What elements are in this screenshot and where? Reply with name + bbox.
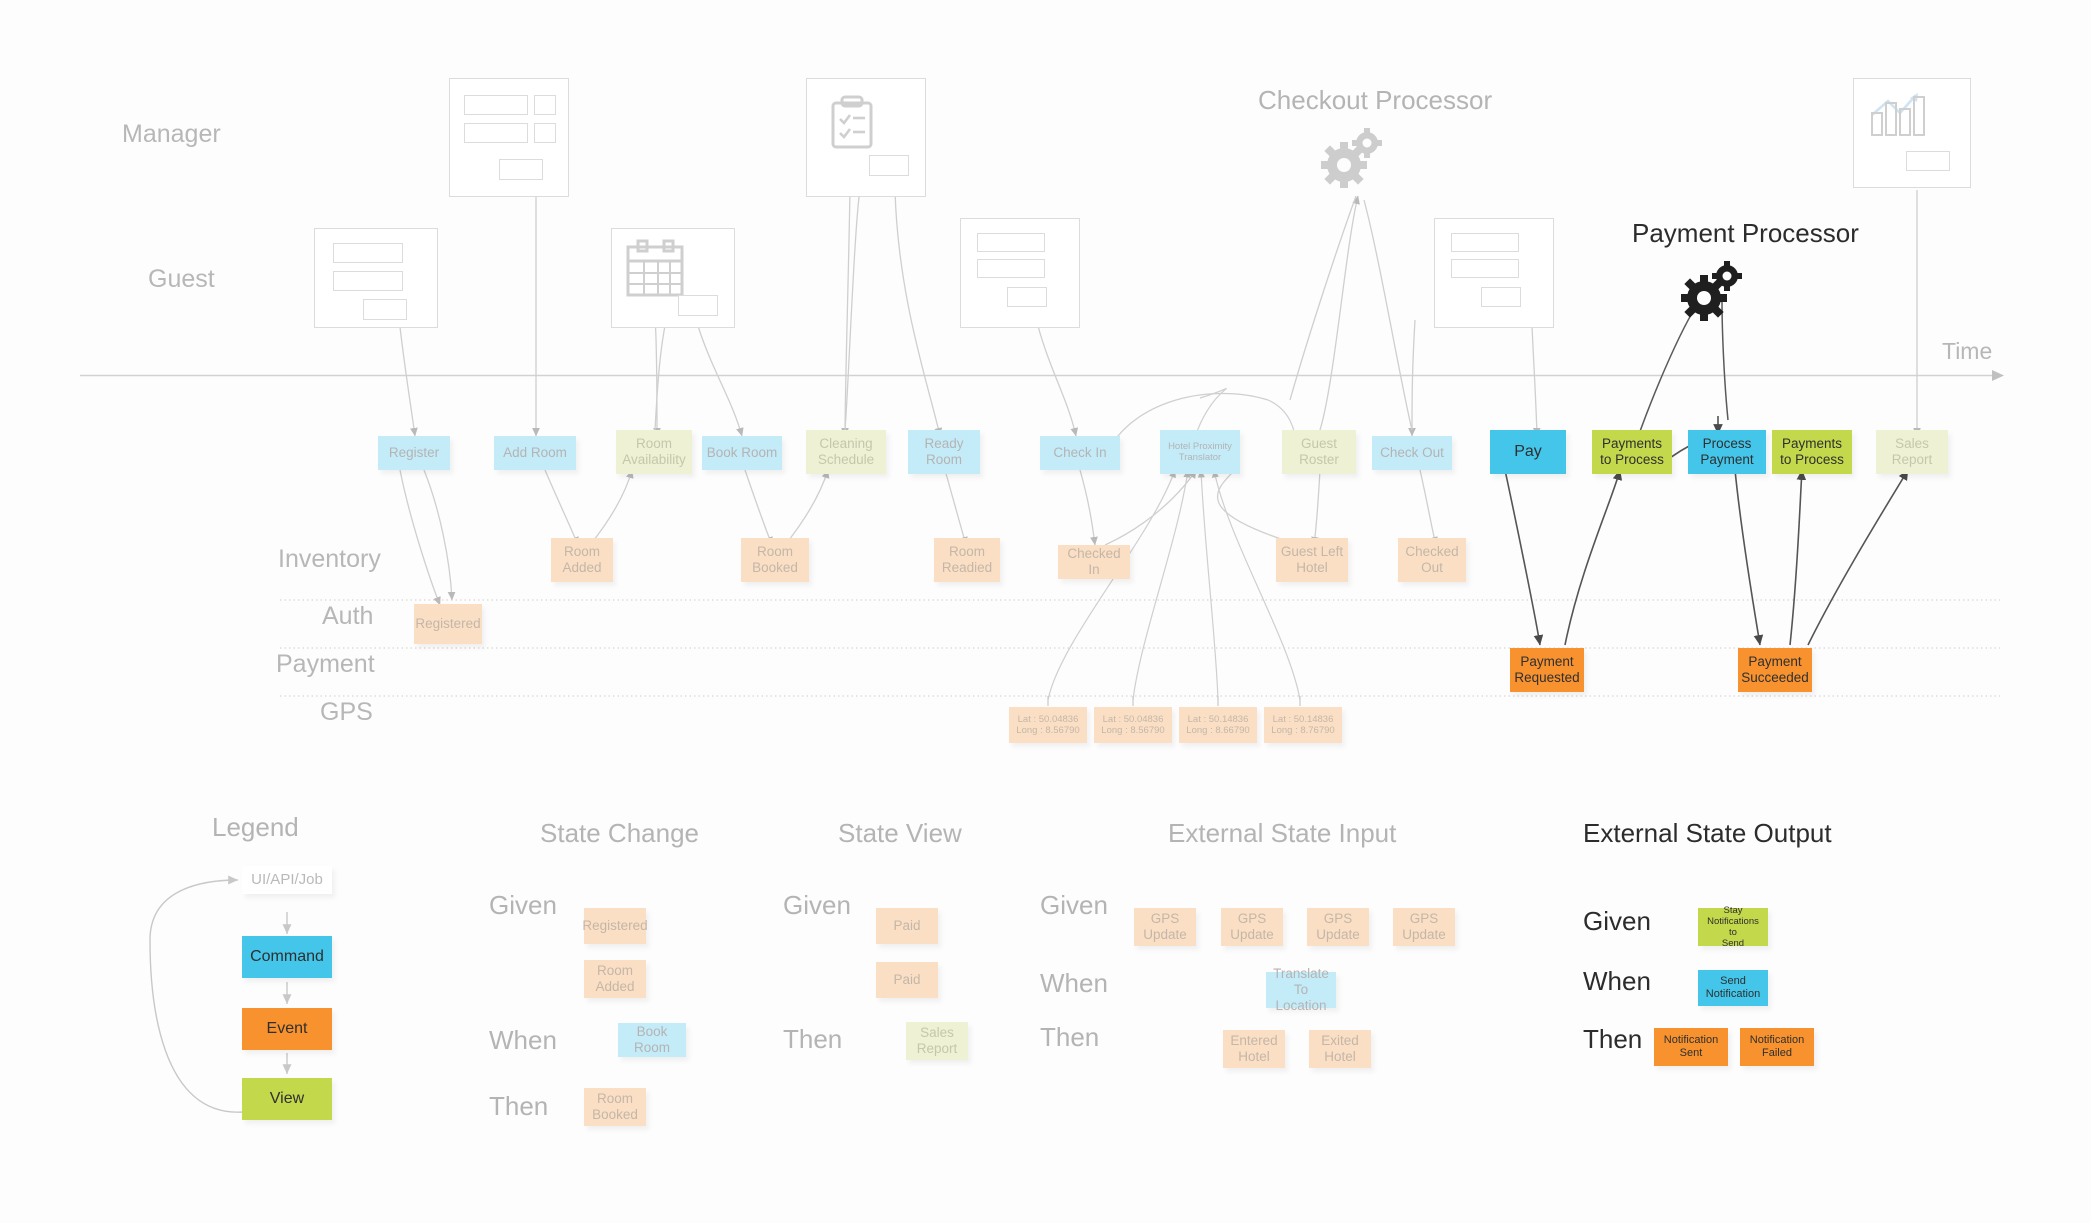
- pattern-row-label-state-view-then: Then: [783, 1024, 843, 1054]
- legend-card-event[interactable]: Event: [242, 1008, 332, 1050]
- legend-title: Legend: [212, 812, 299, 842]
- pattern-title-state-view: State View: [838, 818, 962, 848]
- lane-label-inventory: Inventory: [278, 545, 381, 573]
- eso-then-notification-sent[interactable]: Notification Sent: [1654, 1028, 1728, 1066]
- processor-label-payment: Payment Processor: [1632, 218, 1859, 248]
- clipboard-icon: [831, 95, 873, 149]
- pattern-row-label-eso-then: Then: [1583, 1024, 1643, 1054]
- timeline-card-payments-to-process-1[interactable]: Payments to Process: [1592, 430, 1672, 474]
- pattern-row-label-esi-when: When: [1040, 968, 1108, 998]
- timeline-card-sales-report[interactable]: Sales Report: [1876, 430, 1948, 474]
- wireframe-calendar-book-room[interactable]: [611, 228, 735, 328]
- event-card-payment-requested[interactable]: Payment Requested: [1510, 648, 1584, 692]
- eso-then-notification-failed[interactable]: Notification Failed: [1740, 1028, 1814, 1066]
- wireframe-cleaning-checklist[interactable]: [806, 78, 926, 197]
- lane-label-manager: Manager: [122, 120, 221, 148]
- legend-card-command[interactable]: Command: [242, 936, 332, 978]
- state-change-given-room-added[interactable]: Room Added: [584, 960, 646, 998]
- timeline-card-add-room[interactable]: Add Room: [494, 436, 576, 470]
- event-card-room-booked[interactable]: Room Booked: [741, 538, 809, 582]
- timeline-card-register[interactable]: Register: [378, 436, 450, 470]
- timeline-card-payments-to-process-2[interactable]: Payments to Process: [1772, 430, 1852, 474]
- lane-label-auth: Auth: [322, 602, 374, 630]
- pattern-row-label-eso-when: When: [1583, 966, 1651, 996]
- pattern-row-label-eso-given: Given: [1583, 906, 1651, 936]
- timeline-card-book-room[interactable]: Book Room: [702, 436, 782, 470]
- pattern-row-label-state-view-given: Given: [783, 890, 851, 920]
- gear-icon-checkout-processor: [1318, 125, 1388, 200]
- pattern-title-external-state-input: External State Input: [1168, 818, 1397, 848]
- pattern-title-state-change: State Change: [540, 818, 700, 848]
- wireframe-check-out-form[interactable]: [1434, 218, 1554, 328]
- wireframe-register-form[interactable]: [314, 228, 438, 328]
- pattern-row-label-state-change-given: Given: [489, 890, 557, 920]
- esi-given-gps-update-2[interactable]: GPS Update: [1221, 908, 1283, 946]
- esi-then-exited-hotel[interactable]: Exited Hotel: [1309, 1030, 1371, 1068]
- timeline-card-check-in[interactable]: Check In: [1040, 436, 1120, 470]
- time-axis-label: Time: [1942, 338, 1993, 364]
- wireframe-check-in-form[interactable]: [960, 218, 1080, 328]
- legend-card-ui-api-job[interactable]: UI/API/Job: [242, 866, 332, 894]
- eso-when-send-notification[interactable]: Send Notification: [1698, 970, 1768, 1006]
- processor-label-checkout: Checkout Processor: [1258, 85, 1493, 115]
- gps-card-2[interactable]: Lat : 50.04836 Long : 8.56790: [1094, 707, 1172, 743]
- state-view-then-sales-report[interactable]: Sales Report: [906, 1022, 968, 1060]
- timeline-card-cleaning-schedule[interactable]: Cleaning Schedule: [806, 430, 886, 474]
- bar-chart-icon: [1871, 93, 1925, 136]
- gps-card-4[interactable]: Lat : 50.14836 Long : 8.76790: [1264, 707, 1342, 743]
- timeline-card-process-payment[interactable]: Process Payment: [1688, 430, 1766, 474]
- event-card-room-readied[interactable]: Room Readied: [934, 538, 1000, 582]
- esi-then-entered-hotel[interactable]: Entered Hotel: [1223, 1030, 1285, 1068]
- esi-given-gps-update-3[interactable]: GPS Update: [1307, 908, 1369, 946]
- gps-card-1[interactable]: Lat : 50.04836 Long : 8.56790: [1009, 707, 1087, 743]
- wireframe-sales-dashboard[interactable]: [1853, 78, 1971, 188]
- timeline-card-check-out[interactable]: Check Out: [1372, 436, 1452, 470]
- state-change-given-registered[interactable]: Registered: [582, 908, 648, 944]
- event-card-registered[interactable]: Registered: [414, 604, 482, 644]
- timeline-card-ready-room[interactable]: Ready Room: [908, 430, 980, 474]
- timeline-card-guest-roster[interactable]: Guest Roster: [1282, 430, 1356, 474]
- event-card-room-added[interactable]: Room Added: [551, 538, 613, 582]
- state-change-when-book-room[interactable]: Book Room: [618, 1023, 686, 1057]
- esi-given-gps-update-1[interactable]: GPS Update: [1134, 908, 1196, 946]
- state-view-given-paid-1[interactable]: Paid: [876, 908, 938, 944]
- pattern-row-label-state-change-then: Then: [489, 1091, 549, 1121]
- state-view-given-paid-2[interactable]: Paid: [876, 962, 938, 998]
- gear-icon-payment-processor: [1678, 258, 1748, 333]
- eso-given-stay-notifications-to-send[interactable]: Stay Notifications to Send: [1698, 905, 1768, 949]
- legend-card-view[interactable]: View: [242, 1078, 332, 1120]
- event-card-guest-left-hotel[interactable]: Guest Left Hotel: [1276, 538, 1348, 582]
- state-change-then-room-booked[interactable]: Room Booked: [584, 1088, 646, 1126]
- lane-label-guest: Guest: [148, 265, 215, 293]
- pattern-row-label-esi-then: Then: [1040, 1022, 1100, 1052]
- event-card-checked-in[interactable]: Checked In: [1058, 545, 1130, 579]
- gps-card-3[interactable]: Lat : 50.14836 Long : 8.66790: [1179, 707, 1257, 743]
- pattern-row-label-esi-given: Given: [1040, 890, 1108, 920]
- timeline-card-hotel-proximity-translator[interactable]: Hotel Proximity Translator: [1160, 430, 1240, 474]
- wireframe-add-room-form[interactable]: [449, 78, 569, 197]
- lane-label-gps: GPS: [320, 698, 373, 726]
- event-card-payment-succeeded[interactable]: Payment Succeeded: [1738, 648, 1812, 692]
- timeline-card-room-availability[interactable]: Room Availability: [616, 430, 692, 474]
- pattern-row-label-state-change-when: When: [489, 1025, 557, 1055]
- pattern-title-external-state-output: External State Output: [1583, 818, 1832, 848]
- event-card-checked-out[interactable]: Checked Out: [1398, 538, 1466, 582]
- timeline-card-pay[interactable]: Pay: [1490, 430, 1566, 474]
- esi-given-gps-update-4[interactable]: GPS Update: [1393, 908, 1455, 946]
- lane-label-payment: Payment: [276, 650, 375, 678]
- esi-when-translate-to-location[interactable]: Translate To Location: [1266, 966, 1336, 1013]
